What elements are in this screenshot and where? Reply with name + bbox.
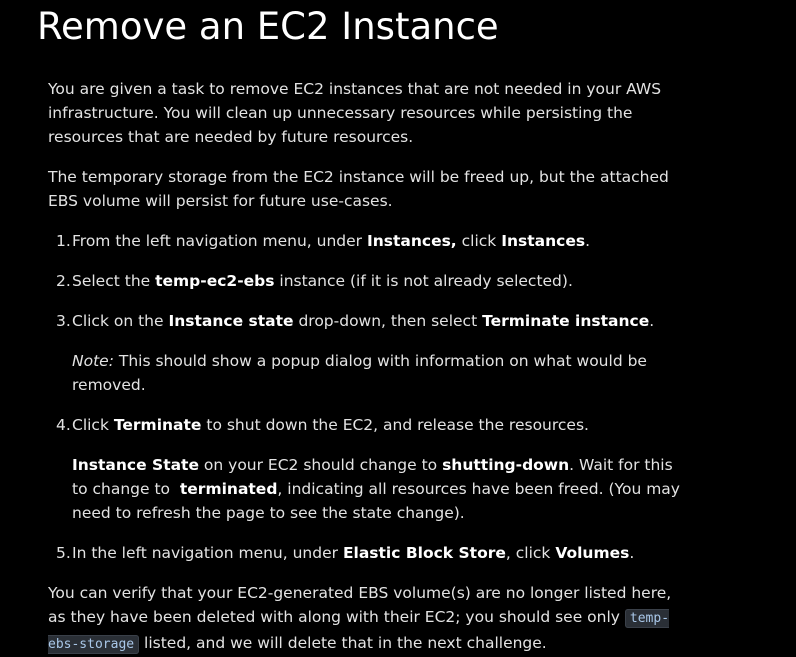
step-text: Click Terminate to shut down the EC2, an… [72,416,589,434]
step-text: Click on the Instance state drop-down, t… [72,312,655,330]
note-label: Note: [72,352,114,370]
state-terminated: terminated [179,480,278,498]
step-number: 1. [56,232,71,250]
ui-term-instances-section: Instances, [366,232,457,250]
step-number: 5. [56,544,71,562]
ui-term-instance-name: temp-ec2-ebs [155,272,275,290]
step-detail: Instance State on your EC2 should change… [72,456,680,522]
page: Remove an EC2 Instance You are given a t… [0,0,796,654]
step-3: 3. Click on the Instance state drop-down… [48,309,688,397]
step-number: 3. [56,312,71,330]
page-title: Remove an EC2 Instance [37,5,499,48]
step-5: 5. In the left navigation menu, under El… [48,541,688,565]
ui-term-terminate-instance: Terminate instance [482,312,650,330]
ui-term-terminate: Terminate [113,416,202,434]
state-shutting-down: shutting-down [442,456,570,474]
step-text: Select the temp-ec2-ebs instance (if it … [72,272,573,290]
steps-list: 1. From the left navigation menu, under … [48,229,688,565]
ui-term-instance-state: Instance State [72,456,199,474]
step-note: Note: This should show a popup dialog wi… [72,352,647,394]
step-1: 1. From the left navigation menu, under … [48,229,688,253]
ui-term-instance-state: Instance state [168,312,294,330]
step-text: From the left navigation menu, under Ins… [72,232,590,250]
instructions-body: You are given a task to remove EC2 insta… [48,77,688,657]
step-text: In the left navigation menu, under Elast… [72,544,635,562]
step-4: 4. Click Terminate to shut down the EC2,… [48,413,688,525]
intro-paragraph-1: You are given a task to remove EC2 insta… [48,80,662,146]
step-number: 2. [56,272,71,290]
intro-paragraph-2: The temporary storage from the EC2 insta… [48,168,669,210]
ui-term-instances-link: Instances [501,232,586,250]
step-number: 4. [56,416,71,434]
ui-term-volumes: Volumes [555,544,630,562]
ui-term-elastic-block-store: Elastic Block Store [342,544,506,562]
step-2: 2. Select the temp-ec2-ebs instance (if … [48,269,688,293]
